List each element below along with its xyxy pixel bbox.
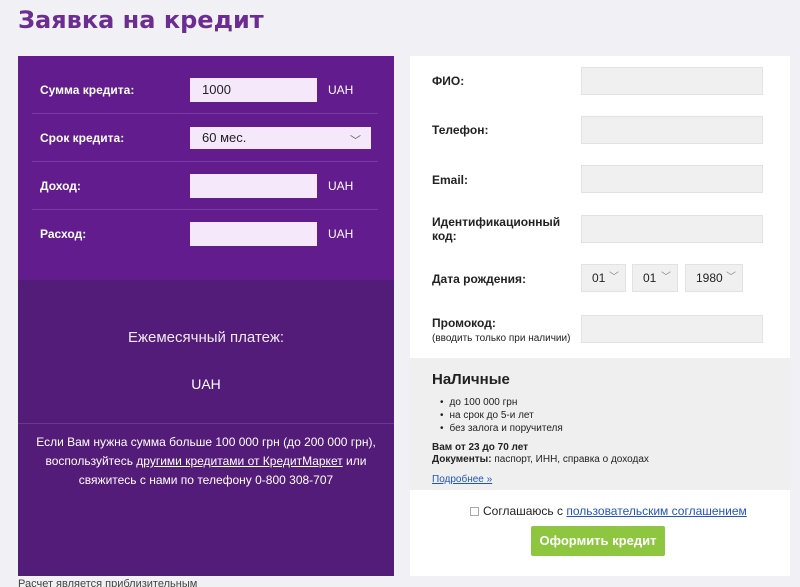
chevron-down-icon: ﹀ xyxy=(661,272,671,283)
loan-calculator: Сумма кредита: UAH Срок кредита: 60 мес.… xyxy=(18,56,394,576)
email-label: Email: xyxy=(432,173,469,187)
submit-button[interactable]: Оформить кредит xyxy=(531,526,665,556)
list-item: без залога и поручителя xyxy=(440,422,563,435)
birthdate-row: Дата рождения: 01 ﹀ 01 ﹀ 1980 ﹀ xyxy=(432,264,772,292)
birth-day-value: 01 xyxy=(592,271,606,285)
product-title: НаЛичные xyxy=(432,371,510,388)
disclaimer: Расчет является приблизительным xyxy=(18,578,198,587)
income-label: Доход: xyxy=(40,178,81,193)
promocode-label-text: Промокод: xyxy=(432,316,496,330)
agreement-text: Соглашаюсь с xyxy=(483,504,567,518)
term-row: Срок кредита: 60 мес. ﹀ xyxy=(32,114,378,162)
user-agreement-link[interactable]: пользовательским соглашением xyxy=(566,504,746,518)
promocode-input[interactable] xyxy=(581,315,763,343)
amount-label: Сумма кредита: xyxy=(40,82,135,97)
income-unit: UAH xyxy=(328,178,354,193)
term-label: Срок кредита: xyxy=(40,130,125,145)
documents-value: паспорт, ИНН, справка о доходах xyxy=(491,454,649,465)
product-requirements: Вам от 23 до 70 лет Документы: паспорт, … xyxy=(432,442,649,466)
expense-input[interactable] xyxy=(190,222,317,246)
documents-label: Документы: xyxy=(432,454,492,465)
expense-label: Расход: xyxy=(40,227,87,241)
income-row: Доход: UAH xyxy=(32,162,378,210)
birth-month-select[interactable]: 01 ﹀ xyxy=(632,264,678,292)
birth-day-select[interactable]: 01 ﹀ xyxy=(581,264,626,292)
other-credits-link[interactable]: другими кредитами от КредитМаркет xyxy=(136,454,342,468)
product-info: НаЛичные до 100 000 грн на срок до 5-и л… xyxy=(410,358,790,490)
more-details-link[interactable]: Подробнее » xyxy=(432,474,492,485)
chevron-down-icon: ﹀ xyxy=(726,272,736,283)
inn-label: Идентификационный код: xyxy=(432,215,561,243)
promocode-row: Промокод: (вводить только при наличии) xyxy=(432,315,772,345)
chevron-down-icon: ﹀ xyxy=(609,272,619,283)
expense-unit: UAH xyxy=(328,227,354,241)
promocode-label: Промокод: (вводить только при наличии) xyxy=(432,316,570,346)
term-select[interactable]: 60 мес. ﹀ xyxy=(190,126,371,149)
age-requirement: Вам от 23 до 70 лет xyxy=(432,442,529,453)
monthly-payment-unit: UAH xyxy=(191,376,221,392)
promocode-hint: (вводить только при наличии) xyxy=(432,333,571,344)
chevron-down-icon: ﹀ xyxy=(350,134,361,147)
divider xyxy=(18,423,394,424)
phone-label: Телефон: xyxy=(432,123,489,137)
email-input[interactable] xyxy=(581,165,763,193)
agreement-checkbox[interactable] xyxy=(470,507,479,517)
amount-input[interactable] xyxy=(190,77,317,102)
list-item: на срок до 5-и лет xyxy=(440,409,563,422)
fio-row: ФИО: xyxy=(432,67,772,95)
birth-year-value: 1980 xyxy=(696,271,723,285)
expense-row: Расход: UAH xyxy=(32,210,378,258)
inn-row: Идентификационный код: xyxy=(432,215,772,243)
income-input[interactable] xyxy=(190,173,317,198)
fio-input[interactable] xyxy=(581,67,763,95)
agreement: Соглашаюсь с пользовательским соглашение… xyxy=(470,504,747,518)
application-form: ФИО: Телефон: Email: Идентификационный к… xyxy=(410,56,790,576)
amount-unit: UAH xyxy=(328,82,354,97)
page-title: Заявка на кредит xyxy=(18,6,264,34)
amount-row: Сумма кредита: UAH xyxy=(32,66,378,114)
monthly-payment-label: Ежемесячный платеж: xyxy=(127,329,285,346)
fio-label: ФИО: xyxy=(432,74,465,88)
calculator-inputs: Сумма кредита: UAH Срок кредита: 60 мес.… xyxy=(18,56,394,280)
inn-input[interactable] xyxy=(581,215,763,243)
phone-row: Телефон: xyxy=(432,116,772,144)
birth-month-value: 01 xyxy=(643,271,657,285)
product-features: до 100 000 грн на срок до 5-и лет без за… xyxy=(440,396,563,435)
phone-input[interactable] xyxy=(581,116,763,144)
birthdate-label: Дата рождения: xyxy=(432,272,527,286)
calculator-note: Если Вам нужна сумма больше 100 000 грн … xyxy=(28,433,384,490)
email-row: Email: xyxy=(432,165,772,193)
list-item: до 100 000 грн xyxy=(440,396,563,409)
birth-year-select[interactable]: 1980 ﹀ xyxy=(685,264,743,292)
term-value: 60 мес. xyxy=(202,129,247,145)
